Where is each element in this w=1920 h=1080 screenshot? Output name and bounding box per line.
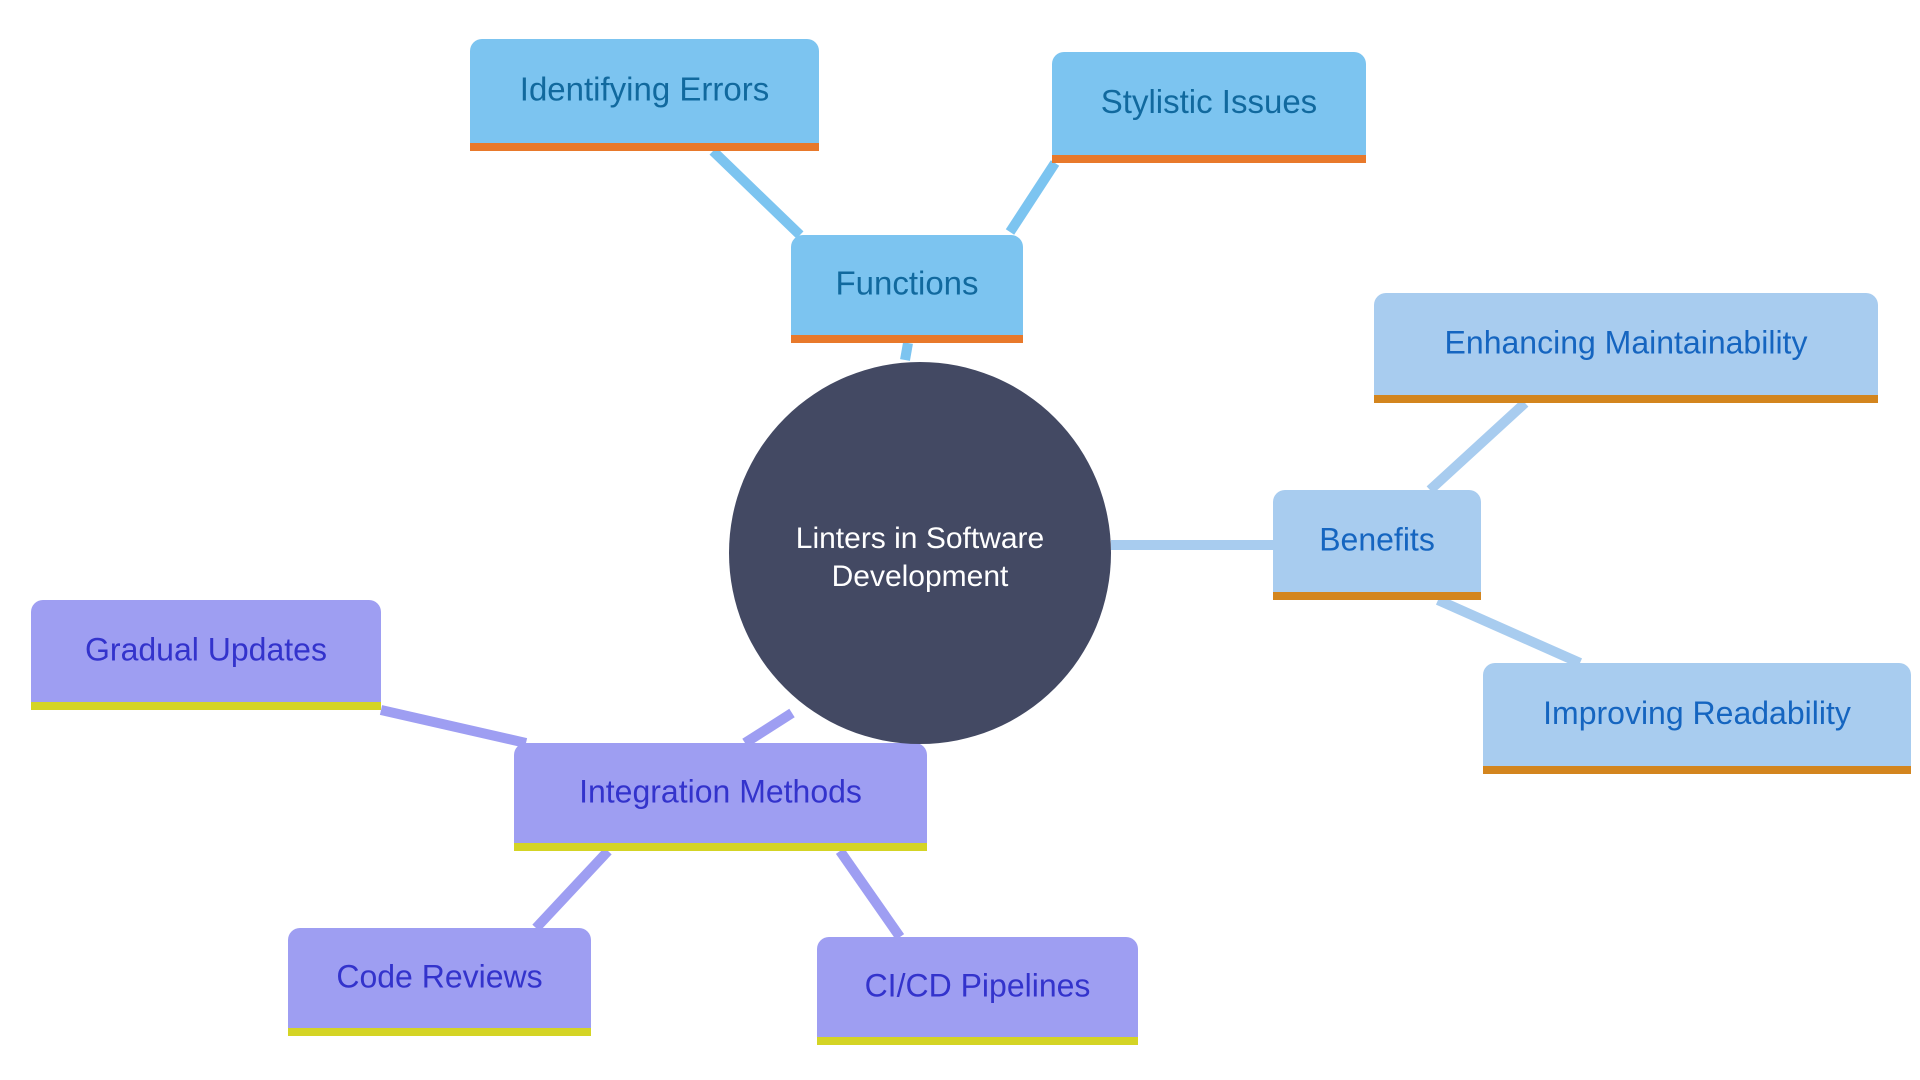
node-gradual-updates[interactable]: Gradual Updates (31, 600, 381, 710)
node-accent-bar-integration-methods (514, 843, 927, 851)
edge-root-integration (742, 708, 795, 748)
node-improving-readability[interactable]: Improving Readability (1483, 663, 1911, 774)
node-ci-cd-pipelines[interactable]: CI/CD Pipelines (817, 937, 1138, 1045)
node-body-base-integration-methods (514, 829, 927, 843)
node-label-ci-cd-pipelines: CI/CD Pipelines (865, 967, 1091, 1003)
node-stylistic-issues[interactable]: Stylistic Issues (1052, 52, 1366, 163)
node-accent-bar-functions (791, 335, 1023, 343)
node-accent-bar-code-reviews (288, 1028, 591, 1036)
mind-map-svg: Functions Identifying Errors Stylistic Iss… (31, 39, 1911, 1045)
edge-functions-errors (709, 147, 804, 239)
node-label-code-reviews: Code Reviews (336, 958, 542, 994)
node-code-reviews[interactable]: Code Reviews (288, 928, 591, 1036)
root-label-line2: Development (832, 560, 1009, 593)
node-label-gradual-updates: Gradual Updates (85, 631, 327, 667)
node-body-base-gradual-updates (31, 688, 381, 702)
node-body-base-functions (791, 321, 1023, 335)
node-accent-bar-stylistic-issues (1052, 155, 1366, 163)
mind-map-canvas: Functions Identifying Errors Stylistic Iss… (0, 0, 1920, 1080)
node-accent-bar-ci-cd-pipelines (817, 1037, 1138, 1045)
node-body-base-benefits (1273, 578, 1481, 592)
node-body-base-stylistic-issues (1052, 141, 1366, 155)
edge-integration-cicd (835, 848, 905, 940)
node-identifying-errors[interactable]: Identifying Errors (470, 39, 819, 151)
edge-benefits-read (1435, 595, 1583, 668)
node-body-base-improving-readability (1483, 752, 1911, 766)
node-integration-methods[interactable]: Integration Methods (514, 743, 927, 851)
edge-integration-grad (379, 705, 528, 748)
node-accent-bar-gradual-updates (31, 702, 381, 710)
root-node-layer: Linters in Software Development (729, 362, 1111, 744)
node-accent-bar-improving-readability (1483, 766, 1911, 774)
node-label-benefits: Benefits (1319, 521, 1435, 557)
node-body-base-code-reviews (288, 1014, 591, 1028)
node-accent-bar-identifying-errors (470, 143, 819, 151)
node-benefits[interactable]: Benefits (1273, 490, 1481, 600)
node-label-identifying-errors: Identifying Errors (520, 71, 769, 108)
edge-benefits-maint (1426, 399, 1529, 494)
node-body-base-identifying-errors (470, 129, 819, 143)
node-functions[interactable]: Functions (791, 235, 1023, 343)
edge-functions-stylistic (1005, 160, 1060, 235)
edge-root-functions (900, 342, 913, 361)
node-label-integration-methods: Integration Methods (579, 773, 862, 809)
node-body-base-ci-cd-pipelines (817, 1023, 1138, 1037)
edge-integration-code (532, 847, 612, 932)
node-enhancing-maintainability[interactable]: Enhancing Maintainability (1374, 293, 1878, 403)
node-label-improving-readability: Improving Readability (1543, 695, 1851, 731)
node-label-stylistic-issues: Stylistic Issues (1101, 83, 1317, 120)
node-body-base-enhancing-maintainability (1374, 381, 1878, 395)
node-accent-bar-benefits (1273, 592, 1481, 600)
root-label-line1: Linters in Software (796, 522, 1044, 555)
node-root[interactable]: Linters in Software Development (729, 362, 1111, 744)
node-label-functions: Functions (835, 265, 978, 302)
node-accent-bar-enhancing-maintainability (1374, 395, 1878, 403)
node-label-enhancing-maintainability: Enhancing Maintainability (1445, 324, 1808, 360)
